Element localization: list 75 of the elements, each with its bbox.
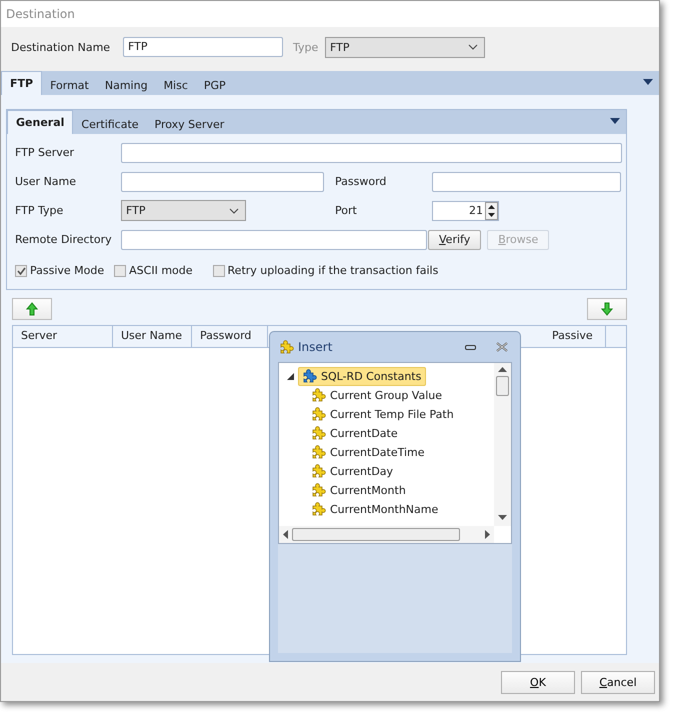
ok-button[interactable]: OK <box>501 670 575 694</box>
checkbox[interactable] <box>212 264 225 276</box>
tab[interactable]: Certificate <box>73 114 147 134</box>
tree-item[interactable]: SQL-RD Constants <box>298 367 426 386</box>
tree-item[interactable]: CurrentDay <box>307 462 398 481</box>
scroll-right-icon[interactable] <box>485 530 490 539</box>
expand-icon[interactable] <box>287 373 294 380</box>
field-label: Password <box>334 175 388 188</box>
puzzle-icon <box>310 445 326 460</box>
dropdown-caret-icon[interactable] <box>610 118 620 124</box>
tab[interactable]: Misc <box>156 75 196 95</box>
tree-item[interactable]: CurrentDateTime <box>307 443 430 462</box>
panel-title: Insert <box>298 340 334 354</box>
checkbox[interactable] <box>15 264 27 276</box>
chevron-icon <box>468 44 478 50</box>
move-up-button[interactable] <box>12 298 52 320</box>
field-label: Destination Name <box>11 40 112 54</box>
tab[interactable]: FTP <box>1 71 42 95</box>
dropdown-caret-icon[interactable] <box>643 79 653 85</box>
checkbox-label: ASCII mode <box>129 264 193 277</box>
puzzle-icon <box>310 426 326 441</box>
arrow-down-icon <box>601 302 613 316</box>
scroll-down-icon[interactable] <box>498 515 507 520</box>
move-down-button[interactable] <box>587 298 627 320</box>
field-label: Port <box>334 204 358 217</box>
column-header[interactable]: Server <box>13 326 113 347</box>
tree-item[interactable]: Current Temp File Path <box>307 405 459 424</box>
port-spinner[interactable]: 21 <box>432 200 499 220</box>
tab[interactable]: Format <box>42 75 97 95</box>
tab[interactable]: General <box>7 110 74 134</box>
checkbox-label: Retry uploading if the transaction fails <box>228 264 438 277</box>
close-icon[interactable] <box>496 342 508 352</box>
puzzle-icon <box>310 502 326 517</box>
tree-item[interactable]: Current Group Value <box>307 386 448 405</box>
puzzle-icon <box>310 407 326 422</box>
puzzle-icon <box>310 388 326 403</box>
text-field[interactable] <box>121 172 324 192</box>
minimize-icon[interactable] <box>465 344 476 350</box>
puzzle-icon <box>310 483 326 498</box>
tree-item[interactable]: CurrentMonth <box>307 481 411 500</box>
verify-button[interactable]: Verify <box>428 230 482 250</box>
scroll-thumb[interactable] <box>496 376 509 396</box>
horizontal-scrollbar[interactable] <box>279 526 494 543</box>
tab[interactable]: Proxy Server <box>146 114 232 134</box>
name-field[interactable]: FTP <box>123 37 283 57</box>
tree-item[interactable]: CurrentDate <box>307 424 403 443</box>
field-label: FTP Type <box>15 204 64 217</box>
scroll-thumb[interactable] <box>292 528 460 541</box>
scroll-left-icon[interactable] <box>283 530 288 539</box>
puzzle-icon <box>310 464 326 479</box>
puzzle-folder-icon <box>301 369 317 384</box>
checkbox-label: Passive Mode <box>30 264 104 277</box>
puzzle-icon <box>278 340 294 354</box>
text-field[interactable] <box>121 142 622 162</box>
cancel-button[interactable]: Cancel <box>581 670 655 694</box>
window-title: Destination <box>6 7 75 21</box>
ftp-type-dropdown[interactable]: FTP <box>121 200 246 221</box>
scroll-up-icon[interactable] <box>498 367 507 372</box>
column-header[interactable]: Password <box>192 326 268 347</box>
field-label: Remote Directory <box>15 233 113 246</box>
spin-arrows-icon[interactable] <box>485 202 498 220</box>
text-field[interactable] <box>432 172 621 192</box>
field-label: Type <box>293 40 320 54</box>
text-field[interactable] <box>121 230 427 250</box>
tab[interactable]: PGP <box>196 75 234 95</box>
column-header[interactable]: User Name <box>113 326 192 347</box>
field-label: User Name <box>15 175 78 188</box>
chevron-icon <box>229 208 239 214</box>
checkbox[interactable] <box>114 264 126 276</box>
vertical-scrollbar[interactable] <box>494 363 511 526</box>
tree-item[interactable]: CurrentMonthName <box>307 500 444 519</box>
column-header[interactable]: Passive <box>544 326 606 347</box>
arrow-up-icon <box>26 302 38 316</box>
tab[interactable]: Naming <box>96 75 156 95</box>
field-label: FTP Server <box>15 146 76 159</box>
